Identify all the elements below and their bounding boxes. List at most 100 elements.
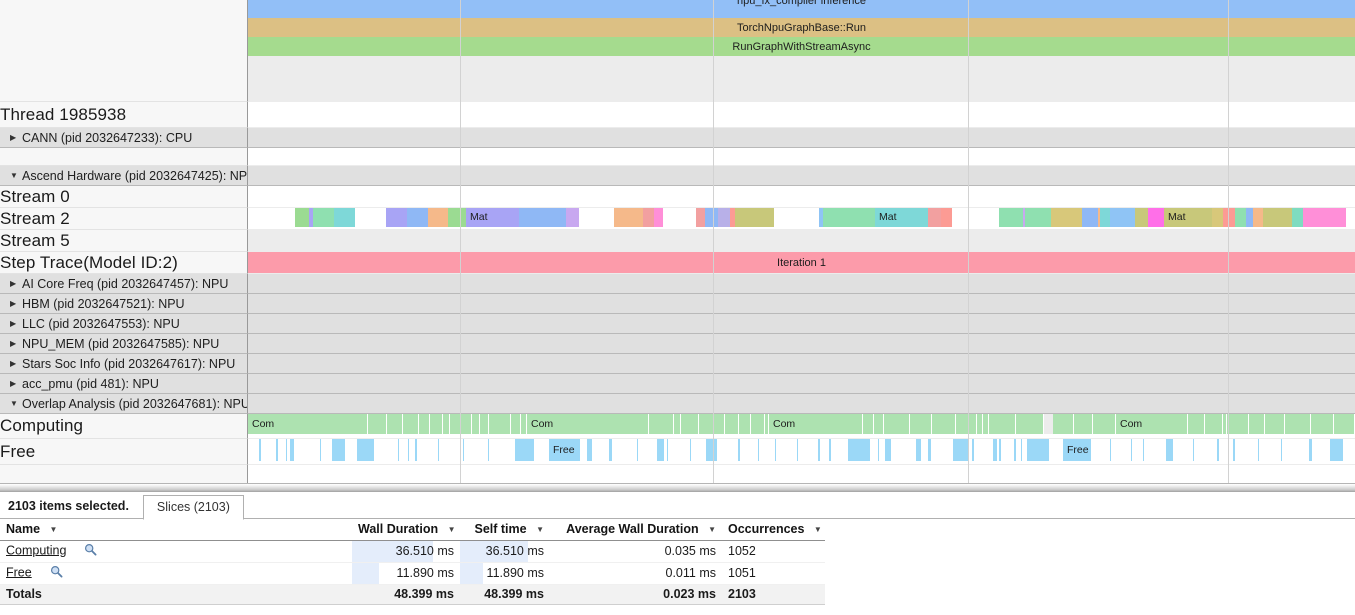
slice-gap[interactable] xyxy=(248,208,295,227)
group-row-cann[interactable]: ▶ CANN (pid 2032647233): CPU xyxy=(0,128,1355,148)
slice-kernel[interactable] xyxy=(643,208,654,227)
slice-kernel[interactable] xyxy=(295,208,309,227)
group-row-llc[interactable]: ▶ LLC (pid 2032647553): NPU xyxy=(0,314,1355,334)
slice-kernel[interactable] xyxy=(566,208,579,227)
row-name-link[interactable]: Free xyxy=(6,565,32,579)
slice-kernel[interactable] xyxy=(941,208,952,227)
group-row-stars-soc-info[interactable]: ▶ Stars Soc Info (pid 2032647617): NPU xyxy=(0,354,1355,374)
slice-computing[interactable] xyxy=(884,414,910,434)
group-header-overlap-analysis[interactable]: ▼ Overlap Analysis (pid 2032647681): NPU xyxy=(0,394,248,414)
slice-computing[interactable] xyxy=(751,414,765,434)
slice-gap[interactable] xyxy=(1044,414,1053,434)
slice-kernel[interactable] xyxy=(735,208,774,227)
slice-gap[interactable] xyxy=(355,208,386,227)
slice-computing[interactable]: Com xyxy=(769,414,863,434)
slice-strip-computing[interactable]: Com Com Com Com xyxy=(248,414,1355,434)
track-row-step-trace[interactable]: Step Trace(Model ID:2) Iteration 1 xyxy=(0,252,1355,274)
slice-free[interactable]: Free xyxy=(549,439,580,461)
slice-strip-free[interactable]: Free Free xyxy=(248,439,1355,461)
slice-computing[interactable] xyxy=(725,414,739,434)
timeline-panel[interactable]: npu_fx_compiler inference TorchNpuGraphB… xyxy=(0,0,1355,505)
slice-kernel[interactable] xyxy=(654,208,663,227)
column-header-occurrences[interactable]: Occurrences ▼ xyxy=(722,519,825,541)
chevron-right-icon[interactable]: ▶ xyxy=(10,319,22,328)
track-label-computing[interactable]: Computing xyxy=(0,414,248,439)
slice-gap[interactable] xyxy=(1346,208,1355,227)
track-stream0[interactable] xyxy=(248,186,1355,208)
slice-kernel[interactable] xyxy=(1110,208,1135,227)
slice-gap[interactable] xyxy=(663,208,696,227)
group-header-ai-core-freq[interactable]: ▶ AI Core Freq (pid 2032647457): NPU xyxy=(0,274,248,294)
slice-kernel[interactable] xyxy=(1025,208,1051,227)
track-row-stream0[interactable]: Stream 0 xyxy=(0,186,1355,208)
column-header-wall-duration[interactable]: Wall Duration ▼ xyxy=(352,519,460,541)
slice-computing[interactable] xyxy=(989,414,1016,434)
group-header-llc[interactable]: ▶ LLC (pid 2032647553): NPU xyxy=(0,314,248,334)
slice-computing[interactable]: Com xyxy=(527,414,649,434)
slice-free[interactable] xyxy=(706,439,717,461)
slice-kernel[interactable] xyxy=(1223,208,1235,227)
slice-kernel[interactable] xyxy=(705,208,718,227)
slice-computing[interactable] xyxy=(443,414,450,434)
slice-kernel[interactable] xyxy=(519,208,566,227)
track-label-stream2[interactable]: Stream 2 xyxy=(0,208,248,230)
slice-mat[interactable]: Mat xyxy=(875,208,928,227)
slice-kernel[interactable] xyxy=(448,208,466,227)
slice-computing[interactable]: Com xyxy=(1116,414,1188,434)
group-row-overlap-analysis[interactable]: ▼ Overlap Analysis (pid 2032647681): NPU xyxy=(0,394,1355,414)
slice-rungraphwithstreamasync[interactable]: RunGraphWithStreamAsync xyxy=(248,37,1355,56)
slice-free[interactable] xyxy=(848,439,870,461)
track-label-stream5[interactable]: Stream 5 xyxy=(0,230,248,252)
column-header-name[interactable]: Name ▼ xyxy=(0,519,352,541)
async-slice-track-1[interactable]: TorchNpuGraphBase::Run xyxy=(248,18,1355,37)
track-step-trace[interactable]: Iteration 1 xyxy=(248,252,1355,274)
slice-free[interactable] xyxy=(332,439,345,461)
track-row-thread[interactable]: Thread 1985938 xyxy=(0,102,1355,128)
cell-name[interactable]: Free xyxy=(0,562,352,585)
slice-computing[interactable] xyxy=(1334,414,1355,434)
slice-gap[interactable] xyxy=(774,208,819,227)
slice-computing[interactable] xyxy=(910,414,932,434)
slice-kernel[interactable] xyxy=(1082,208,1098,227)
slice-computing[interactable] xyxy=(1249,414,1265,434)
slice-computing[interactable] xyxy=(480,414,489,434)
track-label-free[interactable]: Free xyxy=(0,439,248,465)
slice-free[interactable] xyxy=(357,439,374,461)
slice-computing[interactable] xyxy=(1285,414,1311,434)
row-name-link[interactable]: Computing xyxy=(6,543,66,557)
chevron-right-icon[interactable]: ▶ xyxy=(10,299,22,308)
slice-kernel[interactable] xyxy=(1051,208,1082,227)
chevron-right-icon[interactable]: ▶ xyxy=(10,379,22,388)
slice-computing[interactable] xyxy=(863,414,874,434)
slice-computing[interactable] xyxy=(1016,414,1044,434)
group-header-acc-pmu[interactable]: ▶ acc_pmu (pid 481): NPU xyxy=(0,374,248,394)
slice-kernel[interactable] xyxy=(1303,208,1346,227)
slice-computing[interactable]: Com xyxy=(248,414,368,434)
group-header-stars-soc-info[interactable]: ▶ Stars Soc Info (pid 2032647617): NPU xyxy=(0,354,248,374)
group-row-npu-mem[interactable]: ▶ NPU_MEM (pid 2032647585): NPU xyxy=(0,334,1355,354)
slice-kernel[interactable] xyxy=(823,208,875,227)
chevron-down-icon[interactable]: ▼ xyxy=(10,171,22,180)
slice-kernel[interactable] xyxy=(1212,208,1223,227)
group-header-cann[interactable]: ▶ CANN (pid 2032647233): CPU xyxy=(0,128,248,148)
slice-computing[interactable] xyxy=(956,414,977,434)
slice-strip-stream2[interactable]: Mat Mat Mat xyxy=(248,208,1355,227)
slice-kernel[interactable] xyxy=(1135,208,1148,227)
slice-kernel[interactable] xyxy=(928,208,941,227)
track-label-thread[interactable]: Thread 1985938 xyxy=(0,102,248,128)
column-header-self-time[interactable]: Self time ▼ xyxy=(460,519,550,541)
slice-computing[interactable] xyxy=(1227,414,1249,434)
track-label-step-trace[interactable]: Step Trace(Model ID:2) xyxy=(0,252,248,274)
column-header-average-wall-duration[interactable]: Average Wall Duration ▼ xyxy=(550,519,722,541)
table-row[interactable]: Computing 36.510 ms 36.510 ms 0.035 ms 1052 xyxy=(0,540,825,563)
sort-caret-icon[interactable]: ▼ xyxy=(808,525,822,534)
slice-kernel[interactable] xyxy=(696,208,705,227)
panel-splitter[interactable] xyxy=(0,483,1355,492)
slice-kernel[interactable] xyxy=(1253,208,1263,227)
slice-free[interactable] xyxy=(1330,439,1343,461)
chevron-right-icon[interactable]: ▶ xyxy=(10,133,22,142)
chevron-right-icon[interactable]: ▶ xyxy=(10,339,22,348)
slice-iteration-1[interactable]: Iteration 1 xyxy=(248,252,1355,273)
slice-computing[interactable] xyxy=(699,414,725,434)
table-row[interactable]: Free 11.890 ms 11.890 ms 0.011 ms 1051 xyxy=(0,562,825,585)
